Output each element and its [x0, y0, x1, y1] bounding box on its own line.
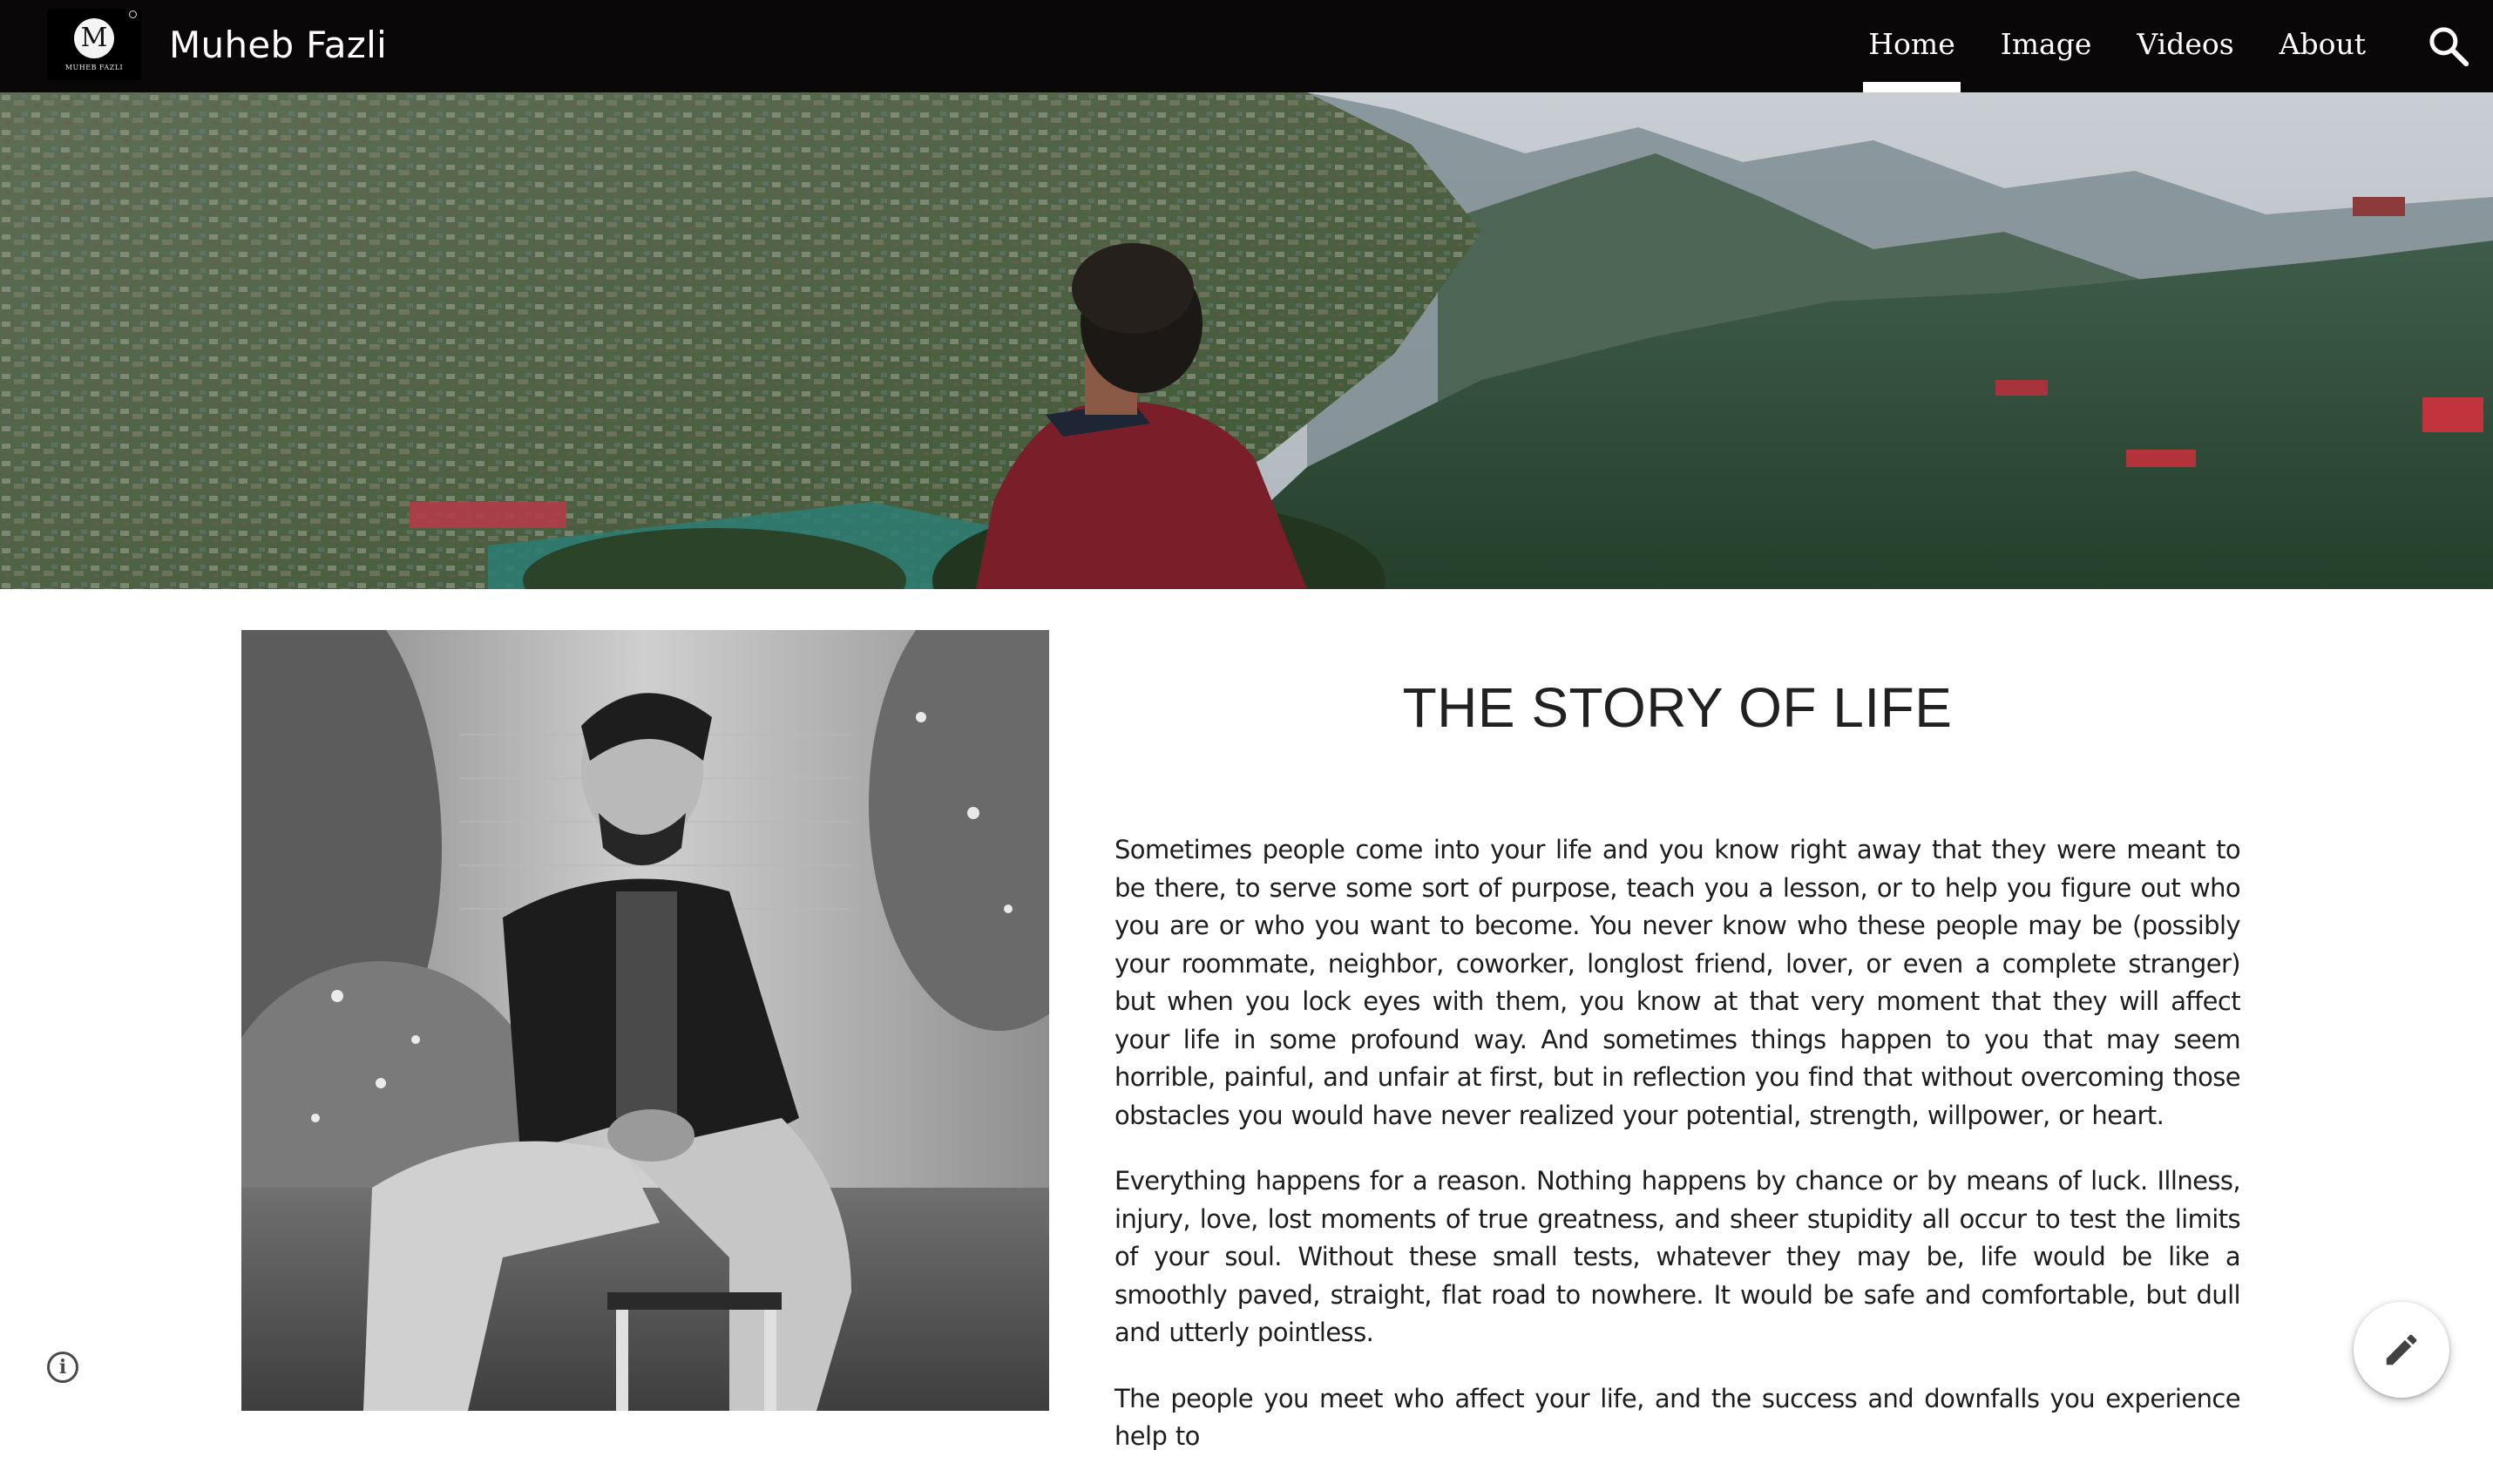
story-paragraph: The people you meet who affect your life…	[1114, 1383, 2241, 1452]
search-icon	[2429, 27, 2469, 67]
portrait-photo	[241, 630, 1049, 1411]
story-title: THE STORY OF LIFE	[1402, 676, 1953, 739]
top-navigation-bar: M MUHEB FAZLI Muheb Fazli Home Image Vid…	[0, 0, 2493, 92]
nav-item-image[interactable]: Image	[1978, 0, 2115, 92]
pencil-icon	[2386, 1334, 2417, 1365]
story-paragraph: Everything happens for a reason. Nothing…	[1114, 1166, 2241, 1347]
main-nav: Home Image Videos About	[1846, 0, 2388, 92]
nav-item-about[interactable]: About	[2257, 0, 2388, 92]
site-title[interactable]: Muheb Fazli	[169, 21, 387, 70]
site-logo[interactable]: M MUHEB FAZLI	[47, 9, 141, 80]
story-paragraph: Sometimes people come into your life and…	[1114, 835, 2241, 1130]
info-icon: i	[58, 1356, 67, 1379]
nav-item-videos[interactable]: Videos	[2114, 0, 2256, 92]
story-section: THE STORY OF LIFE Sometimes people come …	[1114, 662, 2241, 1484]
logo-monogram: M	[74, 17, 114, 58]
logo-wordmark: MUHEB FAZLI	[64, 63, 124, 71]
edit-page-button[interactable]	[2354, 1302, 2449, 1398]
search-button[interactable]	[2425, 23, 2472, 70]
site-info-button[interactable]: i	[47, 1352, 78, 1383]
nav-item-home[interactable]: Home	[1846, 0, 1977, 92]
hero-banner-image	[0, 92, 2493, 589]
registered-mark-icon	[129, 10, 137, 18]
